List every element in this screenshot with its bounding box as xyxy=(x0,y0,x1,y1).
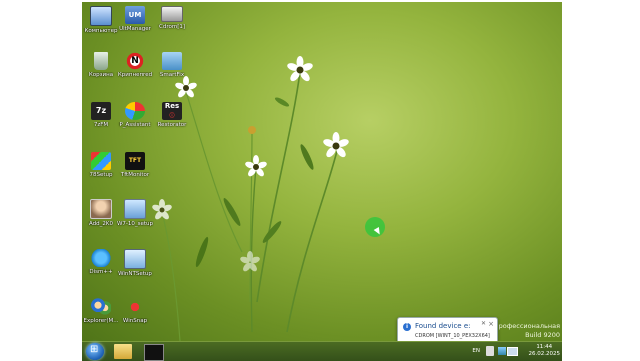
desktop-icon-7zfm[interactable]: 7z 7zFM xyxy=(82,102,120,129)
cdrom-icon xyxy=(161,6,183,22)
gears-icon xyxy=(91,249,111,267)
desktop[interactable]: Компьютер Корзина 7z 7zFM 78Setup Add_2K… xyxy=(82,2,562,341)
desktop-icon-78setup[interactable]: 78Setup xyxy=(82,152,120,179)
info-icon: i xyxy=(403,323,411,331)
tray-clock[interactable]: 11:44 26.02.2025 xyxy=(529,344,561,358)
close-icon[interactable]: × xyxy=(488,320,494,328)
watermark-build: Build 9200 xyxy=(525,331,560,339)
screen-frame: Компьютер Корзина 7z 7zFM 78Setup Add_2K… xyxy=(0,0,640,361)
no-sign-icon: N xyxy=(125,52,145,70)
manager-icon: UM xyxy=(125,6,145,24)
desktop-icon-kripnepred[interactable]: N Крипнепred xyxy=(116,52,154,79)
desktop-icon-passistant[interactable]: P_Assistant xyxy=(116,102,154,129)
desktop-icon-add2k0[interactable]: Add_2K0 xyxy=(82,199,120,228)
usb-device-icon[interactable] xyxy=(486,346,494,356)
desktop-icon-ultmanager[interactable]: UM UltManager xyxy=(116,6,154,33)
clock-date: 26.02.2025 xyxy=(528,351,561,357)
desktop-icon-tftmonitor[interactable]: TFT TftMonitor xyxy=(116,152,154,179)
desktop-icon-recycle-bin[interactable]: Корзина xyxy=(82,52,120,79)
notification-body: CDROM [WINT_10_PEX32X64] xyxy=(415,333,490,339)
start-button[interactable] xyxy=(86,343,104,360)
recycle-bin-icon xyxy=(94,52,108,70)
snap-icon xyxy=(125,298,145,316)
language-indicator[interactable]: EN xyxy=(472,348,480,354)
winnt-icon xyxy=(124,249,146,269)
computer-icon xyxy=(90,6,112,26)
taskbar: EN 11:44 26.02.2025 xyxy=(82,341,562,361)
desktop-icon-cdrom[interactable]: Cdrom[1] xyxy=(153,6,191,31)
desktop-icon-winsnap[interactable]: WinSnap xyxy=(116,298,154,325)
tft-icon: TFT xyxy=(125,152,145,170)
options-icon[interactable]: ✕ xyxy=(481,320,486,327)
resource-icon: Res ⓘ xyxy=(162,102,182,120)
desktop-icon-w7-10-setup[interactable]: W7-10_setup xyxy=(116,199,154,228)
watermark-edition: Профессиональная xyxy=(493,322,560,330)
desktop-icon-computer[interactable]: Компьютер xyxy=(82,6,120,35)
desktop-icon-restorator[interactable]: Res ⓘ Restorator xyxy=(153,102,191,129)
file-explorer-taskbar-icon[interactable] xyxy=(114,344,132,359)
user-icon xyxy=(90,199,112,219)
explorer-icon xyxy=(91,298,111,316)
clock-time: 11:44 xyxy=(536,344,553,350)
desktop-icon-dism[interactable]: Dism++ xyxy=(82,249,120,276)
desktop-icon-explorer[interactable]: Explorer(M... xyxy=(82,298,120,325)
right-margin xyxy=(562,0,640,360)
folder-icon xyxy=(162,52,182,70)
monitor-icon[interactable] xyxy=(507,347,518,356)
desktop-icon-smartfix[interactable]: SmartFix xyxy=(153,52,191,79)
console-taskbar-icon[interactable] xyxy=(144,344,164,361)
notification-title: Found device e: xyxy=(415,322,471,330)
partition-icon xyxy=(125,102,145,120)
desktop-icon-winntsetup[interactable]: WinNTSetup xyxy=(116,249,154,278)
7zip-icon: 7z xyxy=(91,102,111,120)
os-watermark: Профессиональная Build 9200 xyxy=(494,322,560,340)
setup-icon xyxy=(91,152,111,170)
left-margin xyxy=(0,0,82,360)
install-icon xyxy=(124,199,146,219)
network-icon[interactable] xyxy=(498,347,506,355)
